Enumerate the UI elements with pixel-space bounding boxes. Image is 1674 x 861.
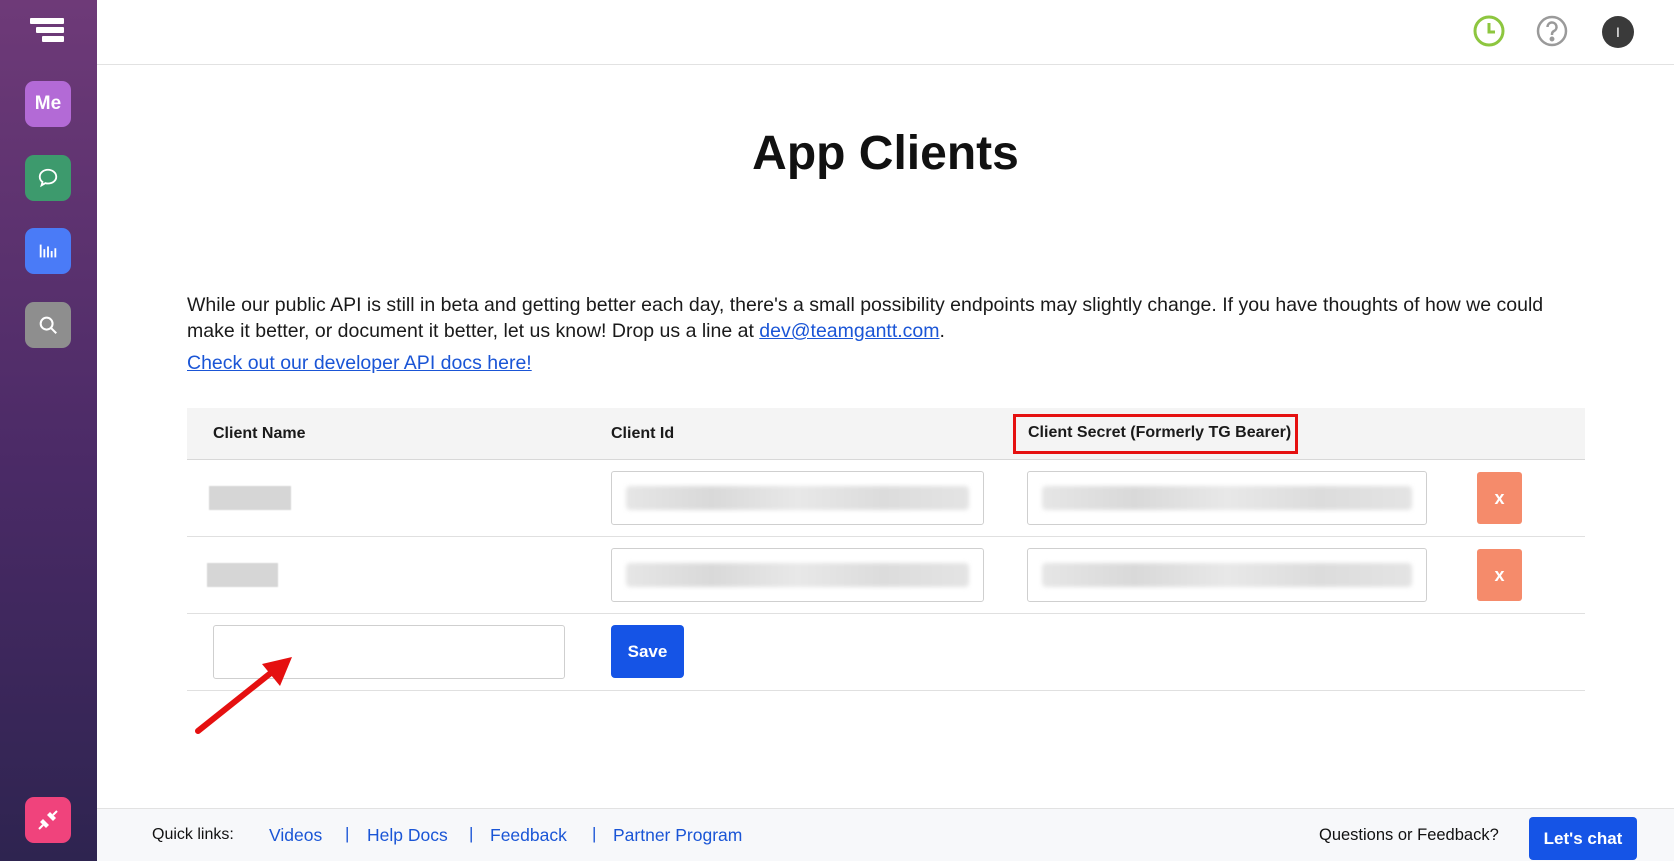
redacted-value <box>1042 563 1412 587</box>
header-client-secret: Client Secret (Formerly TG Bearer) <box>1013 414 1298 454</box>
sidebar-search-button[interactable] <box>25 302 71 348</box>
client-secret-field[interactable] <box>1027 548 1427 602</box>
client-name-redacted <box>209 486 291 510</box>
client-name-redacted <box>207 563 278 587</box>
delete-client-button[interactable]: x <box>1477 472 1522 524</box>
redacted-value <box>626 486 969 510</box>
footer-link-videos[interactable]: Videos <box>269 825 322 846</box>
help-icon[interactable] <box>1535 14 1569 48</box>
link-separator: | <box>345 824 350 843</box>
user-avatar[interactable]: I <box>1602 16 1634 48</box>
client-id-field[interactable] <box>611 548 984 602</box>
avatar-initial: I <box>1616 24 1620 40</box>
quick-links-label: Quick links: <box>152 826 234 843</box>
table-row: x <box>187 460 1585 537</box>
lets-chat-button[interactable]: Let's chat <box>1529 817 1637 860</box>
search-icon <box>39 316 57 334</box>
delete-client-button[interactable]: x <box>1477 549 1522 601</box>
redacted-value <box>626 563 969 587</box>
footer-link-feedback[interactable]: Feedback <box>490 825 567 846</box>
chat-icon <box>38 168 58 188</box>
save-button[interactable]: Save <box>611 625 684 678</box>
new-client-row: Save <box>187 614 1585 691</box>
client-secret-field[interactable] <box>1027 471 1427 525</box>
sidebar-me-button[interactable]: Me <box>25 81 71 127</box>
redacted-value <box>1042 486 1412 510</box>
me-label: Me <box>34 93 62 114</box>
header-client-name: Client Name <box>213 425 306 442</box>
sidebar: Me <box>0 0 97 861</box>
top-bar: I <box>97 0 1674 65</box>
clients-table: Client Name Client Id Client Secret (For… <box>187 408 1585 691</box>
table-row: x <box>187 537 1585 614</box>
client-id-field[interactable] <box>611 471 984 525</box>
footer: Quick links: Videos | Help Docs | Feedba… <box>97 808 1674 861</box>
footer-link-partner-program[interactable]: Partner Program <box>613 825 742 846</box>
footer-link-help-docs[interactable]: Help Docs <box>367 825 448 846</box>
reports-icon <box>39 244 57 258</box>
header-client-id: Client Id <box>611 425 675 442</box>
intro-end: . <box>939 320 945 342</box>
annotation-arrow-icon <box>195 657 292 734</box>
link-separator: | <box>592 824 597 843</box>
sidebar-reports-button[interactable] <box>25 228 71 274</box>
table-header: Client Name Client Id Client Secret (For… <box>187 408 1585 460</box>
questions-label: Questions or Feedback? <box>1319 826 1499 844</box>
email-link[interactable]: dev@teamgantt.com <box>759 320 939 342</box>
intro-text: While our public API is still in beta an… <box>187 292 1587 344</box>
logo-icon[interactable] <box>30 18 66 48</box>
api-docs-link[interactable]: Check out our developer API docs here! <box>187 352 532 375</box>
page-title: App Clients <box>752 127 1019 180</box>
integrations-icon <box>38 810 58 830</box>
clock-icon[interactable] <box>1472 14 1506 48</box>
link-separator: | <box>469 824 474 843</box>
sidebar-chat-button[interactable] <box>25 155 71 201</box>
sidebar-integrations-button[interactable] <box>25 797 71 843</box>
